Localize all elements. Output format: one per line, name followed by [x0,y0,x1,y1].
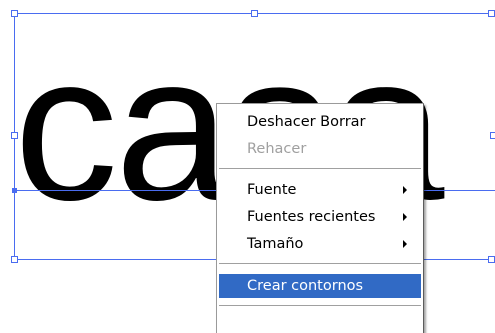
submenu-arrow-icon [403,213,407,221]
menu-separator [219,168,421,170]
menu-item-label: Fuente [247,182,297,198]
menu-item-label: Fuentes recientes [247,209,376,225]
handle-top-right[interactable] [488,10,495,17]
handle-middle-left[interactable] [11,132,18,139]
artboard[interactable]: casa Deshacer Borrar Rehacer Fuente Fuen… [0,0,495,333]
menu-item-create-outlines[interactable]: Crear contornos [219,274,421,298]
handle-bottom-left[interactable] [11,256,18,263]
submenu-arrow-icon [403,186,407,194]
menu-item-redo: Rehacer [219,137,421,161]
menu-separator [219,263,421,265]
handle-top-middle[interactable] [251,10,258,17]
menu-item-recent-fonts[interactable]: Fuentes recientes [219,205,421,229]
handle-bottom-right[interactable] [488,256,495,263]
menu-item-label: Rehacer [247,141,307,157]
handle-middle-right[interactable] [490,132,495,139]
menu-item-undo-delete[interactable]: Deshacer Borrar [219,110,421,134]
menu-item-label: Tamaño [247,236,304,252]
baseline-anchor-point [12,188,17,193]
menu-item-label: Deshacer Borrar [247,114,366,130]
menu-item-label: Crear contornos [247,278,364,294]
menu-separator [219,305,421,307]
context-menu: Deshacer Borrar Rehacer Fuente Fuentes r… [216,103,424,333]
menu-item-size[interactable]: Tamaño [219,232,421,256]
submenu-arrow-icon [403,240,407,248]
menu-item-font[interactable]: Fuente [219,178,421,202]
handle-top-left[interactable] [11,10,18,17]
